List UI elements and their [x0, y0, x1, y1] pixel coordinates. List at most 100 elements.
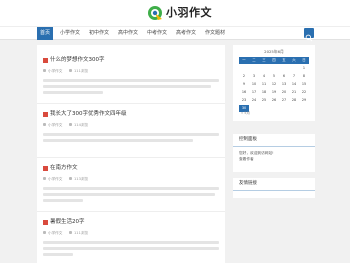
site-logo-icon[interactable]	[147, 5, 163, 21]
calendar-day[interactable]: 1	[299, 65, 309, 72]
calendar-header-cell: 二	[249, 57, 259, 64]
post-title[interactable]: 什么的梦想作文300字	[50, 56, 105, 64]
calendar-day[interactable]: 15	[299, 81, 309, 88]
post-title[interactable]: 我长大了300字优秀作文四年级	[50, 110, 127, 118]
post-list: 什么的梦想作文300字 小学作文 111浏览 我长大了300字优秀作文四年级 小…	[37, 45, 225, 263]
calendar-day[interactable]: 14	[289, 81, 299, 88]
calendar-day[interactable]: 21	[289, 89, 299, 96]
post-views: 111浏览	[74, 231, 89, 235]
post-excerpt-line	[43, 79, 219, 82]
folder-icon	[43, 69, 46, 72]
calendar-day[interactable]: 16	[239, 89, 249, 96]
post-badge	[43, 220, 48, 225]
author-link[interactable]: 查看作者	[239, 157, 254, 162]
nav-gaokao[interactable]: 高考作文	[175, 27, 197, 40]
post-category[interactable]: 小学作文	[48, 176, 62, 182]
eye-icon	[69, 231, 72, 234]
calendar-day[interactable]: 11	[259, 81, 269, 88]
post-category[interactable]: 小学作文	[48, 122, 62, 128]
post-title[interactable]: 在南方作文	[50, 164, 78, 172]
site-title[interactable]: 小羽作文	[166, 5, 212, 21]
calendar-day[interactable]: 28	[289, 97, 299, 104]
nav-zhongkao[interactable]: 中考作文	[146, 27, 168, 40]
calendar-day[interactable]: 26	[269, 97, 279, 104]
post-meta: 小学作文 113浏览	[43, 176, 163, 182]
calendar-day[interactable]: 9	[239, 81, 249, 88]
post-meta: 小学作文 111浏览	[43, 68, 163, 74]
calendar-day[interactable]: 25	[259, 97, 269, 104]
post-meta: 小学作文 111浏览	[43, 230, 163, 236]
nav-home[interactable]: 首页	[37, 27, 53, 40]
calendar-day[interactable]: 12	[269, 81, 279, 88]
calendar-day[interactable]: 7	[289, 73, 299, 80]
calendar-day[interactable]: 18	[259, 89, 269, 96]
calendar-day[interactable]: 2	[239, 73, 249, 80]
calendar-header-cell: 日	[299, 57, 309, 64]
folder-icon	[43, 177, 46, 180]
calendar-title: 2025年6月	[264, 49, 284, 54]
calendar-header-cell: 五	[279, 57, 289, 64]
post-excerpt-line	[43, 139, 193, 142]
post-badge	[43, 58, 48, 63]
calendar-day[interactable]: 17	[249, 89, 259, 96]
calendar-day[interactable]: 10	[249, 81, 259, 88]
nav-junior[interactable]: 初中作文	[88, 27, 110, 40]
post-views: 113浏览	[74, 177, 89, 181]
calendar-day[interactable]: 20	[279, 89, 289, 96]
calendar-prev-link[interactable]: « 5月	[241, 111, 250, 116]
calendar-day[interactable]: 5	[269, 73, 279, 80]
calendar-day[interactable]: 23	[239, 97, 249, 104]
post-item: 暑假生活20字 小学作文 111浏览	[37, 212, 225, 263]
post-views: 111浏览	[74, 69, 89, 73]
post-excerpt-line	[43, 199, 83, 202]
search-button[interactable]	[304, 28, 314, 42]
folder-icon	[43, 123, 46, 126]
calendar-day[interactable]: 29	[299, 97, 309, 104]
calendar-day[interactable]: 27	[279, 97, 289, 104]
calendar-day[interactable]: 24	[249, 97, 259, 104]
post-title[interactable]: 暑假生活20字	[50, 218, 85, 226]
main-nav: 首页 小学作文 初中作文 高中作文 中考作文 高考作文 作文题材	[0, 26, 350, 42]
site-header: 小羽作文	[0, 0, 350, 26]
post-badge	[43, 166, 48, 171]
calendar-widget: 2025年6月 一 二 三 四 五 六 日 1 2 3 4 5 6 7 8 9 …	[233, 45, 315, 121]
post-category[interactable]: 小学作文	[48, 230, 62, 236]
eye-icon	[69, 123, 72, 126]
post-excerpt-line	[43, 241, 219, 244]
nav-primary[interactable]: 小学作文	[59, 27, 81, 40]
calendar-day[interactable]: 19	[269, 89, 279, 96]
post-meta: 小学作文 114浏览	[43, 122, 163, 128]
calendar-day[interactable]: 8	[299, 73, 309, 80]
post-excerpt-line	[43, 133, 219, 136]
eye-icon	[69, 177, 72, 180]
post-item: 我长大了300字优秀作文四年级 小学作文 114浏览	[37, 104, 225, 158]
calendar-day[interactable]: 6	[279, 73, 289, 80]
post-item: 在南方作文 小学作文 113浏览	[37, 158, 225, 212]
calendar-day[interactable]: 22	[299, 89, 309, 96]
post-excerpt-line	[43, 247, 219, 250]
control-panel-widget: 控制面板 您好，欢迎到访网站! 查看作者	[233, 134, 315, 172]
calendar-header-cell: 一	[239, 57, 249, 64]
post-excerpt-line	[43, 91, 103, 94]
calendar-header-cell: 三	[259, 57, 269, 64]
widget-title: 友情链接	[239, 181, 257, 186]
eye-icon	[69, 69, 72, 72]
nav-senior[interactable]: 高中作文	[117, 27, 139, 40]
calendar-day[interactable]: 4	[259, 73, 269, 80]
post-category[interactable]: 小学作文	[48, 68, 62, 74]
calendar-day[interactable]: 13	[279, 81, 289, 88]
post-excerpt-line	[43, 193, 215, 196]
post-excerpt-line	[43, 253, 73, 256]
calendar-header-cell: 四	[269, 57, 279, 64]
post-item: 什么的梦想作文300字 小学作文 111浏览	[37, 50, 225, 104]
links-widget: 友情链接	[233, 178, 315, 198]
calendar-header-cell: 六	[289, 57, 299, 64]
nav-topics[interactable]: 作文题材	[204, 27, 226, 40]
post-excerpt-line	[43, 85, 211, 88]
calendar-day[interactable]: 3	[249, 73, 259, 80]
folder-icon	[43, 231, 46, 234]
widget-divider	[233, 190, 315, 191]
welcome-text: 您好，欢迎到访网站!	[239, 151, 274, 155]
widget-divider	[233, 146, 315, 147]
post-badge	[43, 112, 48, 117]
